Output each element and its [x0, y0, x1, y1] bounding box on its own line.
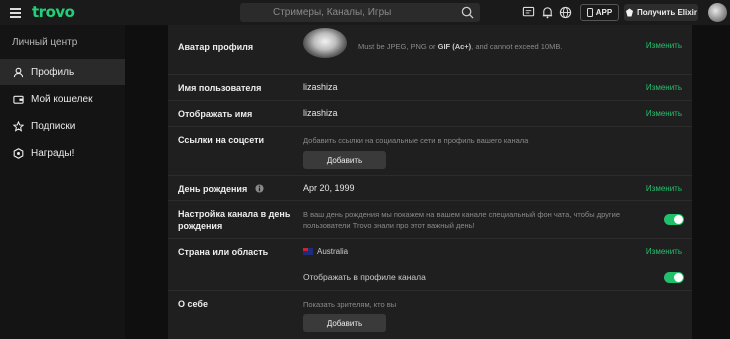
- sidebar-item-wallet[interactable]: Мой кошелек: [0, 86, 125, 112]
- sidebar-item-label: Подписки: [31, 120, 76, 132]
- birthday-row: День рождения Apr 20, 1999 Изменить: [168, 176, 692, 201]
- edit-country-link[interactable]: Изменить: [646, 247, 682, 256]
- username-row: Имя пользователя lizashiza Изменить: [168, 75, 692, 101]
- birthday-channel-toggle[interactable]: [664, 214, 684, 225]
- edit-birthday-link[interactable]: Изменить: [646, 184, 682, 193]
- birthday-channel-hint: В ваш день рождения мы покажем на вашем …: [303, 210, 621, 230]
- add-about-button[interactable]: Добавить: [303, 314, 386, 332]
- top-bar: trovo APP Получить Elixir: [0, 0, 730, 25]
- sidebar-item-profile[interactable]: Профиль: [0, 59, 125, 85]
- social-links-hint: Добавить ссылки на социальные сети в про…: [303, 136, 529, 145]
- country-row: Страна или область Australia Изменить От…: [168, 239, 692, 291]
- app-button[interactable]: APP: [580, 4, 619, 21]
- info-icon[interactable]: [255, 184, 264, 193]
- username-value: lizashiza: [303, 82, 338, 92]
- user-icon: [13, 67, 24, 77]
- sidebar-title: Личный центр: [12, 37, 78, 48]
- sidebar-item-subscriptions[interactable]: Подписки: [0, 113, 125, 139]
- avatar-row: Аватар профиля Must be JPEG, PNG or GIF …: [168, 25, 692, 75]
- birthday-label: День рождения: [178, 183, 264, 195]
- social-links-row: Ссылки на соцсети Добавить ссылки на соц…: [168, 127, 692, 176]
- about-label: О себе: [178, 299, 208, 309]
- sidebar-item-rewards[interactable]: Награды!: [0, 140, 125, 166]
- show-country-toggle[interactable]: [664, 272, 684, 283]
- elixir-icon: [625, 8, 633, 17]
- edit-username-link[interactable]: Изменить: [646, 83, 682, 92]
- social-links-label: Ссылки на соцсети: [178, 135, 265, 145]
- display-name-label: Отображать имя: [178, 109, 253, 119]
- globe-icon[interactable]: [559, 6, 572, 19]
- username-label: Имя пользователя: [178, 83, 262, 93]
- hamburger-menu-icon[interactable]: [10, 8, 21, 18]
- birthday-channel-row: Настройка канала в день рождения В ваш д…: [168, 201, 692, 239]
- user-avatar[interactable]: [708, 3, 727, 22]
- get-elixir-button[interactable]: Получить Elixir: [624, 4, 698, 21]
- edit-display-name-link[interactable]: Изменить: [646, 109, 682, 118]
- show-country-label: Отображать в профиле канала: [303, 272, 426, 282]
- avatar-label: Аватар профиля: [178, 42, 254, 52]
- country-value: Australia: [303, 247, 348, 256]
- about-row: О себе Показать зрителям, кто вы Добавит…: [168, 291, 692, 339]
- birthday-channel-label: Настройка канала в день рождения: [178, 209, 291, 231]
- chat-icon[interactable]: [522, 6, 535, 19]
- search-bar: [240, 3, 480, 22]
- hexagon-icon: [13, 147, 24, 159]
- sidebar-item-label: Профиль: [31, 66, 75, 78]
- wallet-icon: [13, 95, 24, 104]
- app-button-label: APP: [595, 8, 613, 17]
- display-name-value: lizashiza: [303, 108, 338, 118]
- display-name-row: Отображать имя lizashiza Изменить: [168, 101, 692, 127]
- sidebar-item-label: Награды!: [31, 147, 75, 159]
- sidebar: Личный центр Профиль Мой кошелек Подписк…: [0, 25, 125, 339]
- australia-flag-icon: [303, 248, 313, 255]
- bell-icon[interactable]: [541, 6, 554, 19]
- phone-icon: [586, 8, 593, 17]
- profile-avatar-image[interactable]: [303, 28, 347, 58]
- birthday-value: Apr 20, 1999: [303, 183, 355, 193]
- edit-avatar-link[interactable]: Изменить: [646, 41, 682, 50]
- add-social-link-button[interactable]: Добавить: [303, 151, 386, 169]
- search-icon[interactable]: [461, 6, 474, 19]
- avatar-hint: Must be JPEG, PNG or GIF (Ac+), and cann…: [358, 42, 563, 51]
- country-label: Страна или область: [178, 247, 269, 257]
- get-elixir-label: Получить Elixir: [636, 8, 698, 17]
- profile-settings-panel: Аватар профиля Must be JPEG, PNG or GIF …: [168, 25, 692, 339]
- search-input[interactable]: [240, 3, 450, 22]
- star-icon: [13, 120, 24, 132]
- about-hint: Показать зрителям, кто вы: [303, 300, 397, 309]
- trovo-logo[interactable]: trovo: [32, 3, 75, 21]
- sidebar-item-label: Мой кошелек: [31, 93, 93, 105]
